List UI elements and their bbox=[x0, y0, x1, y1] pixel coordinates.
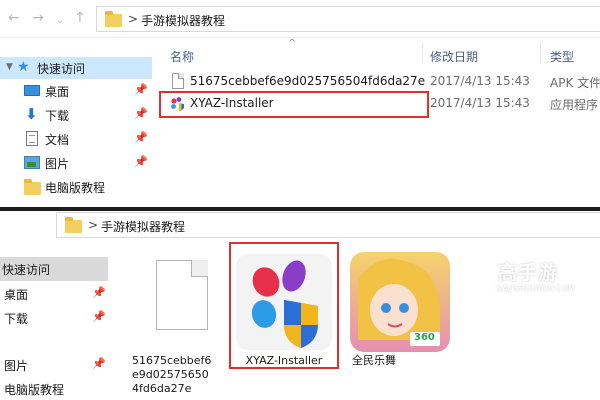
folder-icon bbox=[105, 11, 122, 27]
pin-icon[interactable]: 📌 bbox=[134, 131, 148, 144]
sidebar-item-label: 文档 bbox=[45, 133, 70, 147]
sidebar-item-label: 快速访问 bbox=[37, 62, 86, 76]
sidebar-item-quick-access[interactable]: ▼ ★ 快速访问 bbox=[0, 57, 152, 79]
game-badge: 360 bbox=[414, 332, 435, 343]
expand-arrow-icon[interactable]: ▼ bbox=[6, 62, 13, 72]
file-type: APK 文件 bbox=[550, 76, 600, 90]
folder-icon bbox=[65, 217, 82, 233]
sidebar-item-label: 图片 bbox=[45, 157, 70, 171]
sidebar-item-pc-tutorial[interactable]: 电脑版教程 bbox=[0, 377, 108, 400]
column-header-date[interactable]: 修改日期 bbox=[430, 48, 478, 65]
sidebar-item-label: 电脑版教程 bbox=[4, 383, 65, 397]
game-app-icon bbox=[350, 252, 450, 352]
pictures-icon bbox=[24, 156, 40, 169]
column-divider[interactable] bbox=[422, 42, 423, 64]
folder-icon bbox=[24, 179, 41, 195]
table-row[interactable]: 51675cebbef6e9d025756504fd6da27e 2017/4/… bbox=[162, 71, 600, 93]
sidebar-item-label: 桌面 bbox=[4, 288, 29, 302]
column-header-name[interactable]: 名称 bbox=[170, 48, 194, 65]
sidebar-item-downloads[interactable]: ⬇ 下载 📌 bbox=[0, 104, 152, 126]
sidebar-item-label: 下载 bbox=[4, 312, 29, 326]
breadcrumb-folder[interactable]: 手游模拟器教程 bbox=[101, 218, 185, 235]
sidebar-item-label: 下载 bbox=[45, 109, 70, 123]
pin-icon[interactable]: 📌 bbox=[134, 107, 148, 120]
blank-file-icon bbox=[156, 260, 208, 330]
sidebar-item-pc-tutorial[interactable]: 电脑版教程 bbox=[0, 176, 152, 198]
chevron-down-icon[interactable]: ⌄ bbox=[56, 13, 64, 29]
g-logo-icon bbox=[473, 261, 496, 283]
sidebar-item-documents[interactable]: 文档 📌 bbox=[0, 128, 152, 150]
column-header-type[interactable]: 类型 bbox=[550, 48, 574, 65]
sidebar-item-desktop[interactable]: 桌面 📌 bbox=[0, 80, 152, 102]
sidebar-item-label: 桌面 bbox=[45, 85, 70, 99]
pin-icon[interactable]: 📌 bbox=[134, 83, 148, 96]
breadcrumb-folder[interactable]: 手游模拟器教程 bbox=[141, 12, 225, 29]
address-bar-row: ← → ⌄ ↑ > 手游模拟器教程 bbox=[0, 0, 600, 38]
sidebar-item-pictures[interactable]: 图片 📌 bbox=[0, 353, 108, 377]
navigation-pane: 快速访问 桌面 📌 下载 📌 图片 📌 电脑版教程 bbox=[0, 257, 110, 400]
pin-icon[interactable]: 📌 bbox=[92, 357, 106, 370]
sidebar-item-label: 快速访问 bbox=[2, 263, 51, 277]
sidebar-item-label: 电脑版教程 bbox=[45, 181, 106, 195]
sidebar-item-downloads[interactable]: 下载 📌 bbox=[0, 306, 108, 330]
file-caption: 51675cebbef6e9d025756504fd6da27e bbox=[132, 354, 212, 395]
file-caption: 全民乐舞 bbox=[352, 354, 396, 367]
breadcrumb-separator: > bbox=[128, 12, 139, 26]
highlight-box-installer-tile bbox=[229, 242, 339, 369]
column-divider[interactable] bbox=[540, 42, 541, 64]
sidebar-item-pictures[interactable]: 图片 📌 bbox=[0, 152, 152, 174]
address-bar[interactable]: > 手游模拟器教程 bbox=[96, 6, 600, 32]
file-thumbnail bbox=[130, 250, 234, 354]
pin-icon[interactable]: 📌 bbox=[92, 310, 106, 323]
watermark-logo: 高手游 GAOSHOUYOU.COM bbox=[472, 256, 592, 300]
desktop-icon bbox=[24, 85, 40, 96]
sidebar-item-desktop[interactable]: 桌面 📌 bbox=[0, 282, 108, 306]
sidebar-item-label: 图片 bbox=[4, 359, 29, 373]
navigation-pane: ▼ ★ 快速访问 桌面 📌 ⬇ 下载 📌 文档 📌 图片 📌 电脑版教程 bbox=[0, 38, 152, 207]
top-explorer-window: ← → ⌄ ↑ > 手游模拟器教程 ▼ ★ 快速访问 桌面 📌 ⬇ 下载 📌 文… bbox=[0, 0, 600, 207]
sidebar-item-quick-access[interactable]: 快速访问 bbox=[0, 257, 108, 281]
sort-ascending-icon: ^ bbox=[288, 38, 297, 49]
document-icon bbox=[26, 131, 38, 146]
address-bar[interactable]: > 手游模拟器教程 bbox=[56, 212, 600, 238]
highlight-box-installer-row bbox=[159, 91, 429, 118]
file-name: 51675cebbef6e9d025756504fd6da27e bbox=[190, 74, 426, 88]
download-icon: ⬇ bbox=[25, 105, 38, 123]
file-type: 应用程序 bbox=[550, 98, 599, 112]
blank-file-icon bbox=[172, 73, 184, 89]
star-icon: ★ bbox=[17, 59, 30, 75]
file-date: 2017/4/13 15:43 bbox=[430, 74, 530, 88]
back-arrow-icon[interactable]: ← bbox=[8, 10, 20, 26]
forward-arrow-icon[interactable]: → bbox=[32, 10, 44, 26]
watermark-sub-text: GAOSHOUYOU.COM bbox=[496, 284, 576, 293]
watermark-main-text: 高手游 bbox=[498, 262, 559, 284]
file-thumbnail: 360 bbox=[348, 250, 452, 354]
pin-icon[interactable]: 📌 bbox=[134, 155, 148, 168]
pin-icon[interactable]: 📌 bbox=[92, 286, 106, 299]
breadcrumb-separator: > bbox=[88, 218, 99, 232]
file-list: ^ 名称 修改日期 类型 51675cebbef6e9d025756504fd6… bbox=[156, 38, 600, 207]
up-arrow-icon[interactable]: ↑ bbox=[74, 10, 86, 26]
file-date: 2017/4/13 15:43 bbox=[430, 96, 530, 110]
